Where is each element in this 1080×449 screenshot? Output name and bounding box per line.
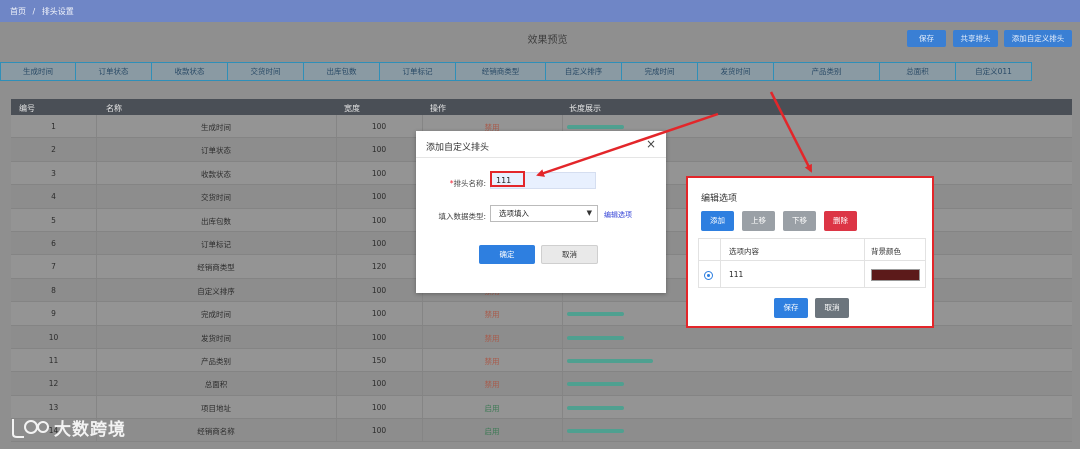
watermark-logo-icon — [12, 419, 49, 438]
arrow-to-name-input — [536, 112, 719, 177]
annotation-arrows — [536, 91, 813, 177]
arrow-to-options-panel — [769, 91, 813, 173]
watermark-text: 大数跨境 — [54, 420, 126, 440]
